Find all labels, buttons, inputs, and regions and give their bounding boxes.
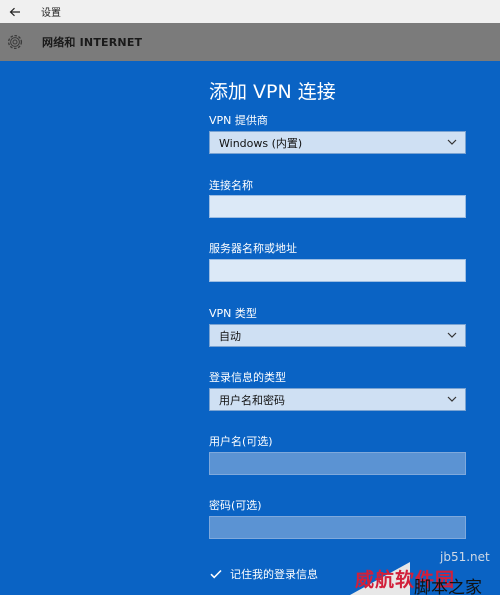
connection-name-input[interactable] [209, 195, 466, 218]
vpn-type-value: 自动 [219, 329, 241, 343]
site-watermark: jb51.net 威航软件园 脚本之家 [350, 548, 500, 595]
signin-type-value: 用户名和密码 [219, 393, 285, 407]
window-title: 设置 [41, 8, 61, 19]
chevron-down-icon [447, 139, 457, 145]
password-input[interactable] [209, 516, 466, 539]
vpn-provider-select[interactable]: Windows (内置) [209, 131, 466, 154]
arrow-left-icon [9, 7, 20, 16]
username-input[interactable] [209, 452, 466, 475]
watermark-faint-text: jb51.net [440, 550, 490, 564]
back-button[interactable] [0, 0, 30, 23]
chevron-down-icon [447, 332, 457, 338]
connection-name-label: 连接名称 [209, 179, 253, 192]
server-address-input[interactable] [209, 259, 466, 282]
remember-signin-label: 记住我的登录信息 [230, 568, 318, 581]
signin-type-label: 登录信息的类型 [209, 371, 286, 384]
password-label: 密码(可选) [209, 499, 262, 512]
vpn-form: 添加 VPN 连接 VPN 提供商 Windows (内置) 连接名称 服务器名… [0, 61, 500, 595]
gear-icon [7, 34, 23, 50]
vpn-type-label: VPN 类型 [209, 307, 257, 320]
checkmark-icon [210, 569, 222, 579]
signin-type-select[interactable]: 用户名和密码 [209, 388, 466, 411]
title-bar: 设置 [0, 0, 500, 23]
section-title: 网络和 INTERNET [42, 36, 143, 49]
remember-signin-checkbox[interactable] [209, 567, 223, 581]
vpn-type-select[interactable]: 自动 [209, 324, 466, 347]
chevron-down-icon [447, 396, 457, 402]
vpn-provider-value: Windows (内置) [219, 136, 303, 150]
page-title: 添加 VPN 连接 [209, 81, 336, 103]
settings-home-button[interactable] [0, 23, 30, 61]
vpn-provider-label: VPN 提供商 [209, 114, 268, 127]
server-address-label: 服务器名称或地址 [209, 242, 297, 255]
watermark-black-text: 脚本之家 [414, 578, 482, 595]
section-header: 网络和 INTERNET [0, 23, 500, 61]
username-label: 用户名(可选) [209, 435, 273, 448]
remember-signin-row[interactable]: 记住我的登录信息 [209, 566, 318, 582]
